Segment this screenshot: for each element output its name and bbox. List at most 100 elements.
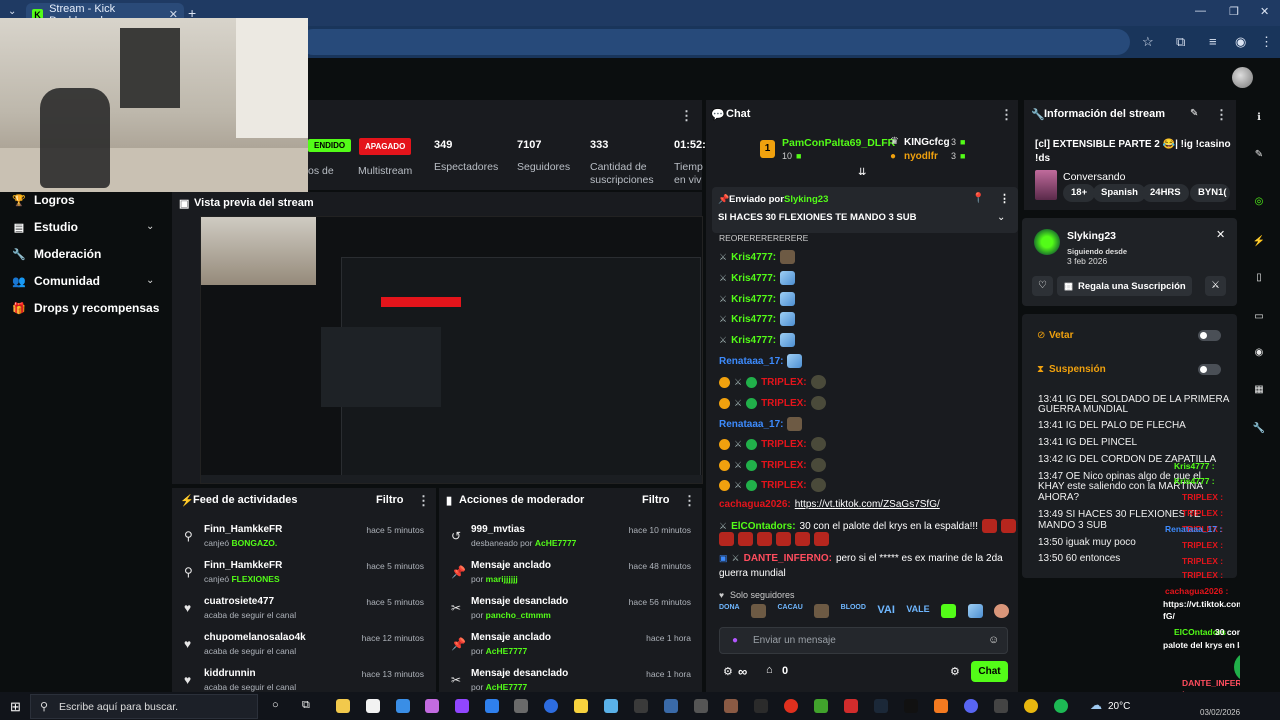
emote-button[interactable] xyxy=(994,604,1009,618)
chat-user[interactable]: cachagua2026: xyxy=(719,499,791,510)
category-name[interactable]: Conversando xyxy=(1063,171,1125,183)
settings-icon[interactable] xyxy=(694,699,708,713)
feed-user[interactable]: Finn_HamkkeFR xyxy=(204,560,282,571)
top-gifter-name[interactable]: PamConPalta69_DLFR xyxy=(782,137,895,149)
app-icon[interactable] xyxy=(754,699,768,713)
browser-menu-icon[interactable]: ⋮ xyxy=(1260,34,1273,50)
steam-icon[interactable] xyxy=(874,699,888,713)
taskbar-date[interactable]: 03/02/2026 xyxy=(1200,708,1240,717)
chat-icon[interactable]: ▭ xyxy=(1252,311,1266,322)
task-view-icon[interactable]: ⧉ xyxy=(302,699,310,712)
document-icon[interactable]: ▯ xyxy=(1252,272,1266,283)
edit-icon[interactable]: ✎ xyxy=(1190,108,1198,119)
app-icon[interactable] xyxy=(844,699,858,713)
mod-tools-button[interactable]: ⚔ xyxy=(1205,276,1226,296)
points-icon[interactable]: ⚙ xyxy=(723,665,733,678)
app-icon[interactable] xyxy=(934,699,948,713)
activity-filter-button[interactable]: Filtro xyxy=(376,494,404,506)
emoji-icon[interactable]: ☺ xyxy=(988,634,999,646)
stats-more-icon[interactable]: ⋮ xyxy=(680,108,693,124)
emote-button[interactable]: CACAU xyxy=(778,604,803,622)
minimize-icon[interactable]: — xyxy=(1195,5,1206,17)
emote-button[interactable] xyxy=(814,604,830,618)
sidebar-item-logros[interactable]: 🏆 Logros xyxy=(12,193,75,207)
gift-sub-button[interactable]: ▦ Regala una Suscripción xyxy=(1057,276,1192,296)
app-icon[interactable] xyxy=(664,699,678,713)
chevron-down-icon[interactable]: ⌄ xyxy=(146,221,154,232)
feed-user[interactable]: cuatrosiete477 xyxy=(204,596,274,607)
discord-icon[interactable] xyxy=(964,699,978,713)
emote-button[interactable]: VAI xyxy=(877,604,895,622)
feed-user[interactable]: chupomelanosalao4k xyxy=(204,632,306,643)
chat-user[interactable]: Renataaa_17: xyxy=(719,419,783,430)
chat-user[interactable]: Kris4777: xyxy=(731,273,776,284)
camera-icon[interactable]: ◎ xyxy=(1252,196,1266,207)
chat-user[interactable]: TRIPLEX: xyxy=(761,439,807,450)
address-bar[interactable] xyxy=(300,29,1130,55)
weather-icon[interactable]: ☁ xyxy=(1090,698,1102,712)
app-icon[interactable] xyxy=(514,699,528,713)
chrome-icon[interactable] xyxy=(1024,699,1038,713)
follow-heart-button[interactable]: ♡ xyxy=(1032,276,1053,296)
sidebar-item-moderacion[interactable]: 🔧 Moderación xyxy=(12,247,101,261)
chat-user[interactable]: TRIPLEX: xyxy=(761,377,807,388)
chat-user[interactable]: Kris4777: xyxy=(731,335,776,346)
minecraft-icon[interactable] xyxy=(814,699,828,713)
lightning-icon[interactable]: ⚡ xyxy=(1252,236,1266,247)
chat-input[interactable]: ● Enviar un mensaje ☺ xyxy=(719,627,1008,654)
emote-button[interactable]: DONA xyxy=(719,604,740,622)
chevron-down-icon[interactable]: ⌄ xyxy=(146,275,154,286)
obs-icon[interactable] xyxy=(994,699,1008,713)
sidebar-item-comunidad[interactable]: 👥 Comunidad xyxy=(12,274,100,288)
gifter3-name[interactable]: nyodlfr xyxy=(904,151,938,162)
mod-filter-button[interactable]: Filtro xyxy=(642,494,670,506)
file-explorer-icon[interactable] xyxy=(336,699,350,713)
emote-button[interactable]: VALE xyxy=(906,604,929,622)
gifter2-name[interactable]: KINGcfcg xyxy=(904,137,950,148)
send-chat-button[interactable]: Chat xyxy=(971,661,1008,682)
wrench-icon[interactable]: 🔧 xyxy=(1252,423,1266,434)
tiktok-icon[interactable] xyxy=(904,699,918,713)
mod-user[interactable]: 999_mvtias xyxy=(471,524,525,535)
taskbar-search[interactable]: ⚲ Escribe aquí para buscar. xyxy=(30,694,258,719)
chat-user[interactable]: DANTE_INFERNO: xyxy=(744,553,832,564)
tag-pill[interactable]: 24HRS xyxy=(1142,184,1189,202)
activity-more-icon[interactable]: ⋮ xyxy=(417,493,430,509)
app-icon[interactable] xyxy=(396,699,410,713)
app-icon[interactable] xyxy=(724,699,738,713)
maximize-icon[interactable]: ❐ xyxy=(1229,5,1239,18)
tag-pill[interactable]: BYN1( xyxy=(1190,184,1230,202)
profile-icon[interactable]: ◉ xyxy=(1235,34,1246,50)
chat-user[interactable]: Kris4777: xyxy=(731,252,776,263)
spotify-icon[interactable] xyxy=(1054,699,1068,713)
emote-button[interactable] xyxy=(941,604,957,618)
bookmark-star-icon[interactable]: ☆ xyxy=(1142,34,1154,50)
tag-pill[interactable]: Spanish xyxy=(1093,184,1146,202)
unpin-icon[interactable]: 📍 xyxy=(972,193,984,204)
app-icon[interactable] xyxy=(485,699,499,713)
collapse-icon[interactable]: ⇊ xyxy=(858,167,866,178)
broadcast-icon[interactable]: ◉ xyxy=(1252,347,1266,358)
chat-user[interactable]: Kris4777: xyxy=(731,314,776,325)
pinned-message[interactable]: 📌 Enviado por Slyking23 📍 ⋮ SI HACES 30 … xyxy=(712,187,1018,233)
chat-user[interactable]: Renataaa_17: xyxy=(719,356,783,367)
close-window-icon[interactable]: ✕ xyxy=(1260,5,1269,18)
chat-link[interactable]: https://vt.tiktok.com/ZSaGs7SfG/ xyxy=(795,499,940,510)
chat-user[interactable]: TRIPLEX: xyxy=(761,460,807,471)
app-icon[interactable] xyxy=(604,699,618,713)
emote-button[interactable] xyxy=(751,604,767,618)
tab-search-icon[interactable]: ⌄ xyxy=(8,6,16,17)
feed-user[interactable]: kiddrunnin xyxy=(204,668,256,679)
microphone-icon[interactable]: ● xyxy=(732,635,738,646)
pinned-more-icon[interactable]: ⋮ xyxy=(999,192,1010,205)
pinned-by-user[interactable]: Slyking23 xyxy=(784,194,828,205)
weather-temp[interactable]: 20°C xyxy=(1108,701,1130,712)
stream-info-more-icon[interactable]: ⋮ xyxy=(1215,107,1228,123)
close-icon[interactable]: ✕ xyxy=(1216,228,1225,241)
opera-icon[interactable] xyxy=(784,699,798,713)
extensions-icon[interactable]: ⧉ xyxy=(1176,34,1185,50)
info-icon[interactable]: ℹ xyxy=(1252,112,1266,123)
sidebar-item-estudio[interactable]: ▤ Estudio xyxy=(12,220,78,234)
cortana-icon[interactable]: ○ xyxy=(272,699,279,711)
tag-pill[interactable]: 18+ xyxy=(1063,184,1096,202)
